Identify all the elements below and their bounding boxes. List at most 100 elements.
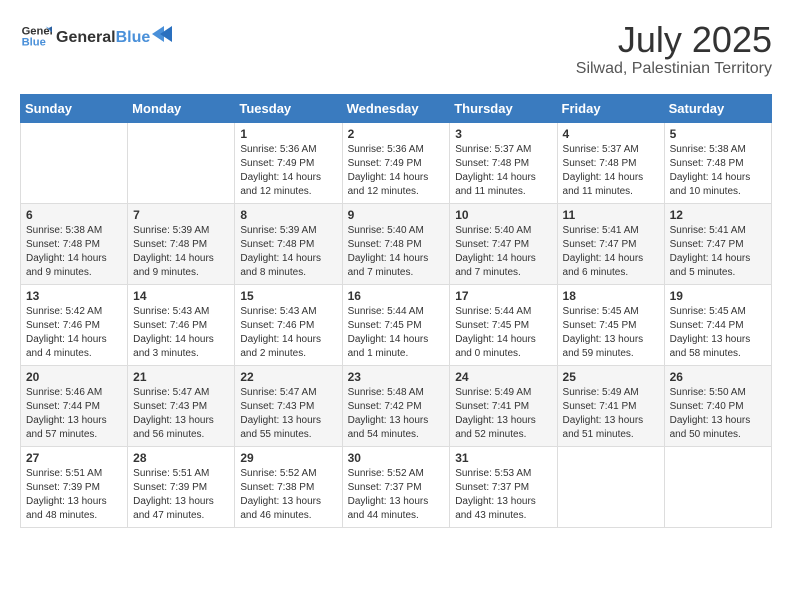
- calendar-cell: 25Sunrise: 5:49 AM Sunset: 7:41 PM Dayli…: [557, 365, 664, 446]
- day-info: Sunrise: 5:39 AM Sunset: 7:48 PM Dayligh…: [133, 224, 229, 280]
- calendar-cell: 31 Sunrise: 5:53 AM Sunset: 7:37 PM Dayli…: [450, 446, 557, 527]
- day-info: Sunrise: 5:41 AM Sunset: 7:47 PM Dayligh…: [670, 224, 766, 280]
- day-info: Sunrise: 5:43 AM Sunset: 7:46 PM Dayligh…: [240, 305, 336, 361]
- day-header-friday: Friday: [557, 94, 664, 122]
- day-info: Sunrise: 5:47 AM Sunset: 7:43 PM Dayligh…: [133, 386, 229, 442]
- day-number: 24: [455, 370, 551, 384]
- day-number: 17: [455, 289, 551, 303]
- day-info: Sunrise: 5:40 AM Sunset: 7:47 PM Dayligh…: [455, 224, 551, 280]
- day-number: 13: [26, 289, 122, 303]
- title-block: July 2025 Silwad, Palestinian Territory: [576, 20, 772, 78]
- day-info: Sunrise: 5:49 AM Sunset: 7:41 PM Dayligh…: [455, 386, 551, 442]
- logo: General Blue General Blue: [20, 20, 172, 52]
- svg-text:Blue: Blue: [22, 37, 46, 49]
- calendar-cell: 30Sunrise: 5:52 AM Sunset: 7:37 PM Dayli…: [342, 446, 450, 527]
- calendar-cell: 12 Sunrise: 5:41 AM Sunset: 7:47 PM Dayli…: [664, 203, 771, 284]
- calendar-cell: 16Sunrise: 5:44 AM Sunset: 7:45 PM Dayli…: [342, 284, 450, 365]
- day-number: 8: [240, 208, 336, 222]
- day-info: Sunrise: 5:46 AM Sunset: 7:44 PM Dayligh…: [26, 386, 122, 442]
- calendar-cell: 22Sunrise: 5:47 AM Sunset: 7:43 PM Dayli…: [235, 365, 342, 446]
- day-number: 15: [240, 289, 336, 303]
- calendar-cell: [128, 122, 235, 203]
- logo-arrow-icon: [152, 26, 172, 42]
- day-number: 3: [455, 127, 551, 141]
- day-header-tuesday: Tuesday: [235, 94, 342, 122]
- day-number: 22: [240, 370, 336, 384]
- day-header-thursday: Thursday: [450, 94, 557, 122]
- day-number: 7: [133, 208, 229, 222]
- day-number: 10: [455, 208, 551, 222]
- calendar-cell: 9 Sunrise: 5:40 AM Sunset: 7:48 PM Daylig…: [342, 203, 450, 284]
- day-number: 23: [348, 370, 445, 384]
- calendar-cell: 1Sunrise: 5:36 AM Sunset: 7:49 PM Daylig…: [235, 122, 342, 203]
- calendar-table: SundayMondayTuesdayWednesdayThursdayFrid…: [20, 94, 772, 528]
- day-info: Sunrise: 5:53 AM Sunset: 7:37 PM Dayligh…: [455, 467, 551, 523]
- day-info: Sunrise: 5:44 AM Sunset: 7:45 PM Dayligh…: [455, 305, 551, 361]
- day-number: 26: [670, 370, 766, 384]
- day-info: Sunrise: 5:52 AM Sunset: 7:38 PM Dayligh…: [240, 467, 336, 523]
- day-number: 11: [563, 208, 659, 222]
- day-info: Sunrise: 5:45 AM Sunset: 7:44 PM Dayligh…: [670, 305, 766, 361]
- calendar-cell: 27 Sunrise: 5:51 AM Sunset: 7:39 PM Dayli…: [21, 446, 128, 527]
- logo-icon: General Blue: [20, 20, 52, 52]
- day-info: Sunrise: 5:41 AM Sunset: 7:47 PM Dayligh…: [563, 224, 659, 280]
- calendar-cell: 5Sunrise: 5:38 AM Sunset: 7:48 PM Daylig…: [664, 122, 771, 203]
- day-info: Sunrise: 5:37 AM Sunset: 7:48 PM Dayligh…: [455, 143, 551, 199]
- day-info: Sunrise: 5:43 AM Sunset: 7:46 PM Dayligh…: [133, 305, 229, 361]
- day-info: Sunrise: 5:37 AM Sunset: 7:48 PM Dayligh…: [563, 143, 659, 199]
- day-info: Sunrise: 5:42 AM Sunset: 7:46 PM Dayligh…: [26, 305, 122, 361]
- calendar-cell: [21, 122, 128, 203]
- day-info: Sunrise: 5:49 AM Sunset: 7:41 PM Dayligh…: [563, 386, 659, 442]
- calendar-cell: 20Sunrise: 5:46 AM Sunset: 7:44 PM Dayli…: [21, 365, 128, 446]
- day-info: Sunrise: 5:51 AM Sunset: 7:39 PM Dayligh…: [26, 467, 122, 523]
- calendar-week-2: 6 Sunrise: 5:38 AM Sunset: 7:48 PM Daylig…: [21, 203, 772, 284]
- day-number: 2: [348, 127, 445, 141]
- calendar-cell: 4 Sunrise: 5:37 AM Sunset: 7:48 PM Daylig…: [557, 122, 664, 203]
- calendar-cell: 24 Sunrise: 5:49 AM Sunset: 7:41 PM Dayli…: [450, 365, 557, 446]
- day-number: 12: [670, 208, 766, 222]
- day-number: 14: [133, 289, 229, 303]
- main-title: July 2025: [576, 20, 772, 60]
- calendar-week-1: 1Sunrise: 5:36 AM Sunset: 7:49 PM Daylig…: [21, 122, 772, 203]
- calendar-cell: 17 Sunrise: 5:44 AM Sunset: 7:45 PM Dayli…: [450, 284, 557, 365]
- day-number: 21: [133, 370, 229, 384]
- day-header-saturday: Saturday: [664, 94, 771, 122]
- day-number: 4: [563, 127, 659, 141]
- calendar-cell: 8 Sunrise: 5:39 AM Sunset: 7:48 PM Daylig…: [235, 203, 342, 284]
- calendar-cell: 23 Sunrise: 5:48 AM Sunset: 7:42 PM Dayli…: [342, 365, 450, 446]
- day-info: Sunrise: 5:45 AM Sunset: 7:45 PM Dayligh…: [563, 305, 659, 361]
- calendar-cell: 18 Sunrise: 5:45 AM Sunset: 7:45 PM Dayli…: [557, 284, 664, 365]
- day-header-sunday: Sunday: [21, 94, 128, 122]
- calendar-week-5: 27 Sunrise: 5:51 AM Sunset: 7:39 PM Dayli…: [21, 446, 772, 527]
- day-info: Sunrise: 5:40 AM Sunset: 7:48 PM Dayligh…: [348, 224, 445, 280]
- day-info: Sunrise: 5:36 AM Sunset: 7:49 PM Dayligh…: [240, 143, 336, 199]
- day-number: 19: [670, 289, 766, 303]
- day-info: Sunrise: 5:52 AM Sunset: 7:37 PM Dayligh…: [348, 467, 445, 523]
- day-info: Sunrise: 5:38 AM Sunset: 7:48 PM Dayligh…: [26, 224, 122, 280]
- calendar-cell: 26 Sunrise: 5:50 AM Sunset: 7:40 PM Dayli…: [664, 365, 771, 446]
- day-number: 31: [455, 451, 551, 465]
- calendar-cell: [557, 446, 664, 527]
- day-number: 27: [26, 451, 122, 465]
- calendar-week-4: 20Sunrise: 5:46 AM Sunset: 7:44 PM Dayli…: [21, 365, 772, 446]
- calendar-cell: 10 Sunrise: 5:40 AM Sunset: 7:47 PM Dayli…: [450, 203, 557, 284]
- calendar-cell: 6 Sunrise: 5:38 AM Sunset: 7:48 PM Daylig…: [21, 203, 128, 284]
- logo-general: General: [56, 29, 116, 47]
- day-number: 9: [348, 208, 445, 222]
- day-info: Sunrise: 5:39 AM Sunset: 7:48 PM Dayligh…: [240, 224, 336, 280]
- calendar-cell: 21 Sunrise: 5:47 AM Sunset: 7:43 PM Dayli…: [128, 365, 235, 446]
- day-info: Sunrise: 5:50 AM Sunset: 7:40 PM Dayligh…: [670, 386, 766, 442]
- day-number: 18: [563, 289, 659, 303]
- day-info: Sunrise: 5:48 AM Sunset: 7:42 PM Dayligh…: [348, 386, 445, 442]
- page-header: General Blue General Blue July 2025 Silw…: [20, 20, 772, 78]
- logo-blue: Blue: [116, 29, 151, 47]
- subtitle: Silwad, Palestinian Territory: [576, 60, 772, 78]
- day-info: Sunrise: 5:36 AM Sunset: 7:49 PM Dayligh…: [348, 143, 445, 199]
- day-number: 28: [133, 451, 229, 465]
- day-number: 6: [26, 208, 122, 222]
- day-number: 16: [348, 289, 445, 303]
- calendar-cell: 14 Sunrise: 5:43 AM Sunset: 7:46 PM Dayli…: [128, 284, 235, 365]
- calendar-cell: 29Sunrise: 5:52 AM Sunset: 7:38 PM Dayli…: [235, 446, 342, 527]
- calendar-cell: 3 Sunrise: 5:37 AM Sunset: 7:48 PM Daylig…: [450, 122, 557, 203]
- calendar-cell: 11 Sunrise: 5:41 AM Sunset: 7:47 PM Dayli…: [557, 203, 664, 284]
